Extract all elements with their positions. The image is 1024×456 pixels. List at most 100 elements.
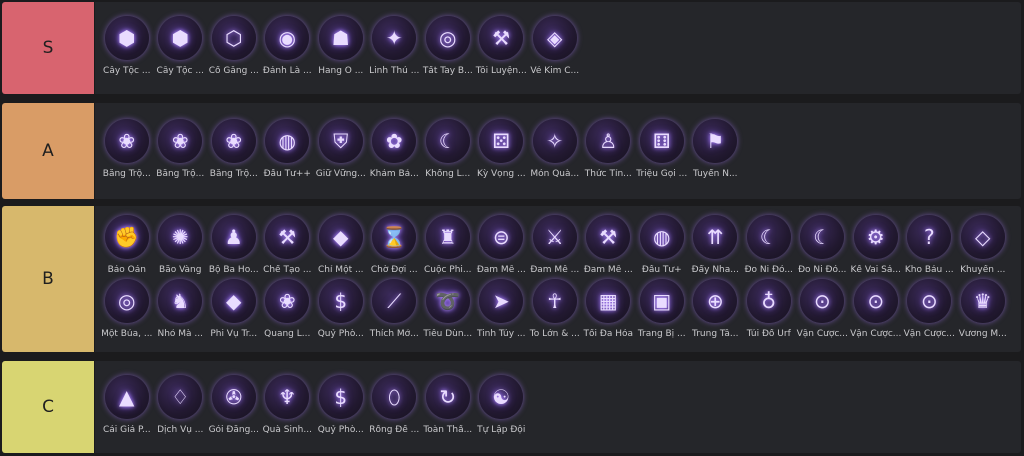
- augment-item[interactable]: ♙ Thức Tỉn...: [582, 119, 636, 183]
- augment-item[interactable]: ☯ Tự Lập Đội: [475, 375, 529, 439]
- augment-item[interactable]: ◆ Chỉ Một ...: [314, 215, 368, 279]
- augment-item[interactable]: ⊕ Trung Tâ...: [689, 279, 743, 343]
- anvil-icon-glyph: ⚒: [492, 26, 511, 50]
- augment-item[interactable]: ⬡ Cố Gắng ...: [207, 16, 261, 80]
- augment-item[interactable]: ♛ Vương M...: [956, 279, 1010, 343]
- augment-item[interactable]: ⬯ Rồng Đế ...: [368, 375, 422, 439]
- augment-item[interactable]: ♢ Dịch Vụ ...: [154, 375, 208, 439]
- augment-item[interactable]: ☾ Đo Ni Đó...: [796, 215, 850, 279]
- crescent-icon: ☾: [425, 119, 470, 163]
- augment-item[interactable]: ♟ Bộ Ba Ho...: [207, 215, 261, 279]
- tier-label: B: [2, 206, 94, 352]
- augment-item[interactable]: ⚑ Tuyển N...: [689, 119, 743, 183]
- augment-item[interactable]: ⬢ Cây Tộc ...: [100, 16, 154, 80]
- ring-icon: ⊕: [693, 279, 738, 323]
- augment-label: Giữ Vững...: [315, 169, 366, 179]
- augment-item[interactable]: ⬢ Cây Tộc ...: [154, 16, 208, 80]
- awakening-icon: ♙: [586, 119, 631, 163]
- mystery-box-icon-glyph: ?: [923, 225, 935, 249]
- totem-cube-icon-glyph: ⬢: [171, 26, 189, 50]
- augment-label: Thích Mở...: [369, 329, 419, 339]
- augment-item[interactable]: ⊙ Vận Cược...: [903, 279, 957, 343]
- augment-item[interactable]: ⚔ Đam Mê ...: [528, 215, 582, 279]
- augment-item[interactable]: ◎ Một Búa, ...: [100, 279, 154, 343]
- tier-items: ⬢ Cây Tộc ... ⬢ Cây Tộc ... ⬡ Cố Gắng ... ◉ Đán…: [95, 2, 1021, 94]
- augment-label: Băng Trộ...: [209, 169, 258, 179]
- augment-item[interactable]: ◎ Tất Tay B...: [421, 16, 475, 80]
- augment-item[interactable]: ♜ Cuộc Phi...: [421, 215, 475, 279]
- augment-item[interactable]: ⟋ Thích Mở...: [368, 279, 422, 343]
- augment-item[interactable]: ✧ Món Quà...: [528, 119, 582, 183]
- augment-item[interactable]: ♆ Quà Sinh...: [261, 375, 315, 439]
- augment-item[interactable]: ⊙ Vận Cược...: [849, 279, 903, 343]
- augment-label: Băng Trộ...: [156, 169, 205, 179]
- augment-label: Khảm Bả...: [369, 169, 419, 179]
- augment-label: Kỳ Vọng ...: [476, 169, 526, 179]
- augment-item[interactable]: ◆ Phi Vụ Tr...: [207, 279, 261, 343]
- augment-label: Túi Đồ Urf: [746, 329, 791, 339]
- augment-label: Hang Ổ ...: [318, 66, 364, 76]
- augment-item[interactable]: ⇈ Đẩy Nha...: [689, 215, 743, 279]
- dice-icon: ⚄: [479, 119, 524, 163]
- augment-label: Triệu Gọi ...: [636, 169, 688, 179]
- augment-item[interactable]: ❀ Băng Trộ...: [207, 119, 261, 183]
- augment-item[interactable]: ◍ Đầu Tư+: [635, 215, 689, 279]
- augment-item[interactable]: ✿ Khảm Bả...: [368, 119, 422, 183]
- fist-icon: ✊: [104, 215, 149, 259]
- hexagon-figure-icon-glyph: ⬡: [225, 26, 243, 50]
- diamond-arrow-icon: ◇: [960, 215, 1005, 259]
- augment-item[interactable]: ✺ Bão Vàng: [154, 215, 208, 279]
- hourglass-icon-glyph: ⌛: [381, 225, 407, 249]
- augment-item[interactable]: ⚒ Chế Tạo ...: [261, 215, 315, 279]
- augment-item[interactable]: ✇ Gói Đăng...: [207, 375, 261, 439]
- augment-item[interactable]: ☾ Khống L...: [421, 119, 475, 183]
- augment-item[interactable]: ☥ To Lớn & ...: [528, 279, 582, 343]
- augment-item[interactable]: $ Quỷ Phò...: [314, 375, 368, 439]
- augment-item[interactable]: ➰ Tiêu Dùn...: [421, 279, 475, 343]
- augment-item[interactable]: ☗ Hang Ổ ...: [314, 16, 368, 80]
- augment-item[interactable]: ↻ Toàn Thầ...: [421, 375, 475, 439]
- paw-icon-glyph: ❀: [225, 129, 243, 153]
- augment-item[interactable]: ◈ Vé Kim C...: [528, 16, 582, 80]
- augment-item[interactable]: ▲ Cái Giá P...: [100, 375, 154, 439]
- augment-item[interactable]: ⊜ Đam Mê ...: [475, 215, 529, 279]
- augment-label: Tối Đa Hóa: [583, 329, 633, 339]
- augment-item[interactable]: ❀ Băng Trộ...: [100, 119, 154, 183]
- augment-item[interactable]: ⚄ Kỳ Vọng ...: [475, 119, 529, 183]
- augment-item[interactable]: ✊ Báo Oán: [100, 215, 154, 279]
- augment-item[interactable]: ? Kho Báu ...: [903, 215, 957, 279]
- figure-icon-glyph: ☥: [547, 289, 563, 313]
- anvil-icon: ⚒: [479, 16, 524, 60]
- augment-item[interactable]: ♞ Nhỏ Mà ...: [154, 279, 208, 343]
- augment-item[interactable]: ❀ Quang L...: [261, 279, 315, 343]
- augment-label: Bộ Ba Ho...: [208, 265, 259, 275]
- augment-item[interactable]: ⚒ Đam Mê ...: [582, 215, 636, 279]
- augment-item[interactable]: ⚅ Triệu Gọi ...: [635, 119, 689, 183]
- augment-item[interactable]: ◇ Khuyến ...: [956, 215, 1010, 279]
- augment-item[interactable]: ⊙ Vận Cược...: [796, 279, 850, 343]
- augment-item[interactable]: ☾ Đo Ni Đó...: [742, 215, 796, 279]
- augment-item[interactable]: ⚒ Tôi Luyện...: [475, 16, 529, 80]
- augment-label: Đam Mê ...: [476, 265, 526, 275]
- awakening-icon-glyph: ♙: [599, 129, 618, 153]
- augment-item[interactable]: ✦ Linh Thú ...: [368, 16, 422, 80]
- crescent-icon: ☾: [746, 215, 791, 259]
- hammer-icon-glyph: ⚒: [599, 225, 618, 249]
- augment-item[interactable]: ⌛ Chờ Đợi ...: [368, 215, 422, 279]
- augment-item[interactable]: ▣ Trang Bị ...: [635, 279, 689, 343]
- augment-item[interactable]: ◉ Đánh Là ...: [261, 16, 315, 80]
- augment-item[interactable]: ⚙ Kề Vai Sá...: [849, 215, 903, 279]
- augment-label: Tinh Túy ...: [476, 329, 526, 339]
- augment-item[interactable]: ▦ Tối Đa Hóa: [582, 279, 636, 343]
- money-bag-icon: $: [318, 279, 363, 323]
- augment-item[interactable]: ◍ Đầu Tư++: [261, 119, 315, 183]
- augment-item[interactable]: ❀ Băng Trộ...: [154, 119, 208, 183]
- gear-icon: ⚙: [853, 215, 898, 259]
- pyramid-icon-glyph: ▲: [119, 385, 135, 409]
- augment-item[interactable]: ♁ Túi Đồ Urf: [742, 279, 796, 343]
- augment-item[interactable]: ➤ Tinh Túy ...: [475, 279, 529, 343]
- augment-item[interactable]: $ Quỷ Phò...: [314, 279, 368, 343]
- augment-item[interactable]: ⛨ Giữ Vững...: [314, 119, 368, 183]
- coin-toss-icon-glyph: ⊙: [813, 289, 831, 313]
- money-bag-icon-glyph: $: [334, 289, 348, 313]
